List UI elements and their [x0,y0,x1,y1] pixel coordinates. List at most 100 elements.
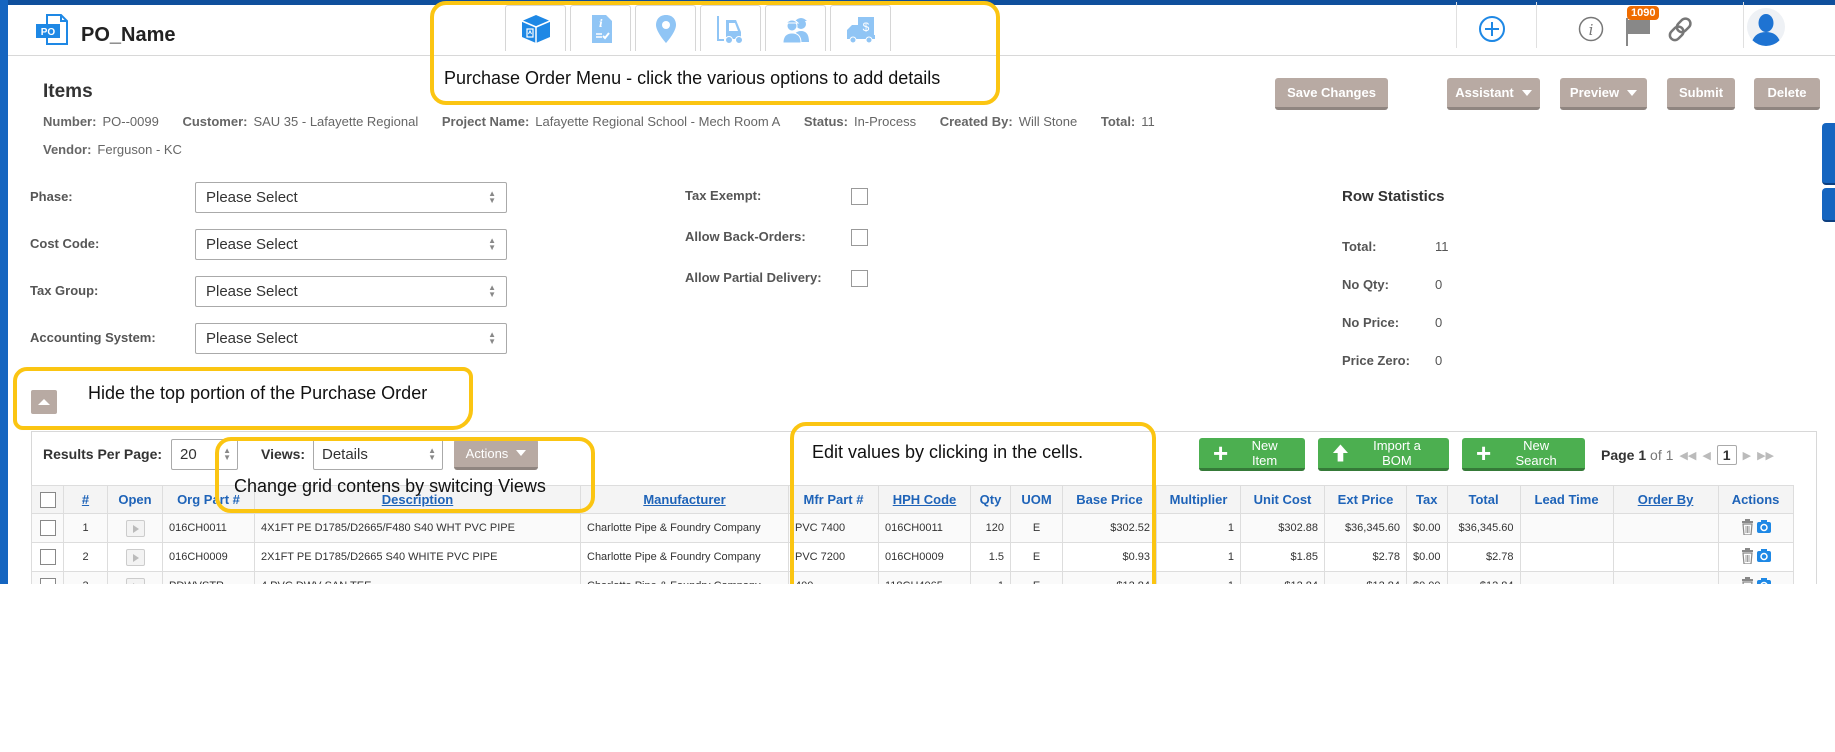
multiplier-cell[interactable]: 1 [1156,542,1241,572]
results-per-page-value: 20 [180,446,197,463]
col-number[interactable]: # [63,485,108,514]
lead-time-cell[interactable] [1519,513,1614,543]
delete-button[interactable]: Delete [1754,78,1820,110]
total-cell[interactable]: $12.84 [1446,571,1521,584]
order-by-cell[interactable] [1612,571,1719,584]
meta-label-project: Project Name: [441,114,530,129]
save-changes-button[interactable]: Save Changes [1275,78,1388,110]
col-manufacturer[interactable]: Manufacturer [580,485,789,514]
total-cell[interactable]: $2.78 [1446,542,1521,572]
new-search-label: New Search [1515,438,1557,468]
tax-exempt-checkbox[interactable] [851,188,868,205]
description-cell[interactable]: 2X1FT PE D1785/D2665 S40 WHITE PVC PIPE [254,542,581,572]
select-arrows-icon: ▲ ▼ [488,189,496,205]
tax-group-value: Please Select [206,283,298,300]
import-bom-button[interactable]: Import a BOM [1318,438,1449,471]
org-part-cell[interactable]: PDWVSTR [162,571,255,584]
order-by-cell[interactable] [1612,542,1719,572]
manufacturer-cell[interactable]: Charlotte Pipe & Foundry Company [580,513,789,543]
open-row-button[interactable] [125,519,145,537]
manufacturer-cell[interactable]: Charlotte Pipe & Foundry Company [580,571,789,584]
cost-code-select[interactable]: Please Select ▲ ▼ [195,229,507,260]
stat-price-zero-value: 0 [1435,353,1443,368]
new-search-button[interactable]: + New Search [1462,438,1585,471]
lead-time-cell[interactable] [1519,542,1614,572]
chevron-down-icon [1521,89,1532,96]
preview-button[interactable]: Preview [1560,78,1647,110]
tax-cell[interactable]: $0.00 [1406,513,1448,543]
col-order-by[interactable]: Order By [1612,485,1719,514]
description-cell[interactable]: 4X1FT PE D1785/D2665/F480 S40 WHT PVC PI… [254,513,581,543]
camera-icon[interactable] [1756,520,1771,533]
manufacturer-cell[interactable]: Charlotte Pipe & Foundry Company [580,542,789,572]
page-input[interactable]: 1 [1716,445,1737,465]
camera-icon[interactable] [1756,578,1771,584]
open-cell [107,571,163,584]
last-page-icon[interactable]: ▶▶ [1757,449,1774,462]
menu-callout-text: Purchase Order Menu - click the various … [444,68,941,89]
row-checkbox[interactable] [39,549,56,565]
meta-value-project: Lafayette Regional School - Mech Room A [535,114,781,129]
trash-icon[interactable] [1741,547,1754,564]
ext-price-cell[interactable]: $2.78 [1324,542,1407,572]
add-circle-icon [1479,16,1505,42]
side-panel-toggle[interactable] [1822,123,1835,185]
total-cell[interactable]: $36,345.60 [1446,513,1521,543]
description-cell[interactable]: 4 PVC DWV SAN TEE [254,571,581,584]
org-part-cell[interactable]: 016CH0011 [162,513,255,543]
tax-cell[interactable]: $0.00 [1406,542,1448,572]
org-part-cell[interactable]: 016CH0009 [162,542,255,572]
open-row-button[interactable] [125,577,145,584]
submit-button[interactable]: Submit [1667,78,1735,110]
menu-callout [430,1,1000,105]
camera-icon[interactable] [1756,549,1771,562]
row-checkbox[interactable] [39,520,56,536]
assistant-button[interactable]: Assistant [1447,78,1540,110]
stat-no-qty-value: 0 [1435,277,1443,292]
col-ext-price: Ext Price [1324,485,1407,514]
lead-time-cell[interactable] [1519,571,1614,584]
select-all-checkbox[interactable] [39,491,56,508]
upload-arrow-icon [1332,444,1348,462]
meta-value-created-by: Will Stone [1018,114,1078,129]
allow-back-orders-checkbox[interactable] [851,229,868,246]
page-of-text: of 1 [1650,447,1674,463]
assistant-label: Assistant [1455,85,1514,100]
allow-back-orders-label: Allow Back-Orders: [685,229,806,244]
meta-value-number: PO--0099 [102,114,159,129]
new-item-button[interactable]: + New Item [1199,438,1305,471]
prev-page-icon[interactable]: ◀ [1702,449,1710,462]
pager: Page 1 of 1 ◀◀ ◀ 1 ▶ ▶▶ [1601,445,1774,465]
accounting-system-select[interactable]: Please Select ▲ ▼ [195,323,507,354]
trash-icon[interactable] [1741,518,1754,535]
po-meta-row: Number: PO--0099 Customer: SAU 35 - Lafaye… [43,114,1175,129]
row-checkbox[interactable] [39,578,56,584]
side-camera-tab[interactable] [1822,188,1835,222]
open-row-button[interactable] [125,548,145,566]
link-button[interactable] [1666,15,1696,45]
accounting-system-value: Please Select [206,330,298,347]
multiplier-cell[interactable]: 1 [1156,571,1241,584]
multiplier-cell[interactable]: 1 [1156,513,1241,543]
info-icon: i [1578,16,1604,42]
add-button[interactable] [1478,15,1506,43]
unit-cost-cell[interactable]: $12.84 [1240,571,1325,584]
stat-total-label: Total: [1342,239,1377,254]
order-by-cell[interactable] [1612,513,1719,543]
unit-cost-cell[interactable]: $302.88 [1240,513,1325,543]
notification-badge: 1090 [1627,6,1660,20]
ext-price-cell[interactable]: $12.84 [1324,571,1407,584]
row-actions-cell [1717,542,1794,572]
tax-cell[interactable]: $0.00 [1406,571,1448,584]
ext-price-cell[interactable]: $36,345.60 [1324,513,1407,543]
trash-icon[interactable] [1741,576,1754,585]
phase-select[interactable]: Please Select ▲ ▼ [195,182,507,213]
tax-group-select[interactable]: Please Select ▲ ▼ [195,276,507,307]
next-page-icon[interactable]: ▶ [1743,449,1751,462]
allow-partial-delivery-checkbox[interactable] [851,270,868,287]
info-button[interactable]: i [1578,16,1604,42]
unit-cost-cell[interactable]: $1.85 [1240,542,1325,572]
first-page-icon[interactable]: ◀◀ [1679,449,1696,462]
user-avatar[interactable] [1747,8,1785,46]
meta-label-created-by: Created By: [939,114,1013,129]
